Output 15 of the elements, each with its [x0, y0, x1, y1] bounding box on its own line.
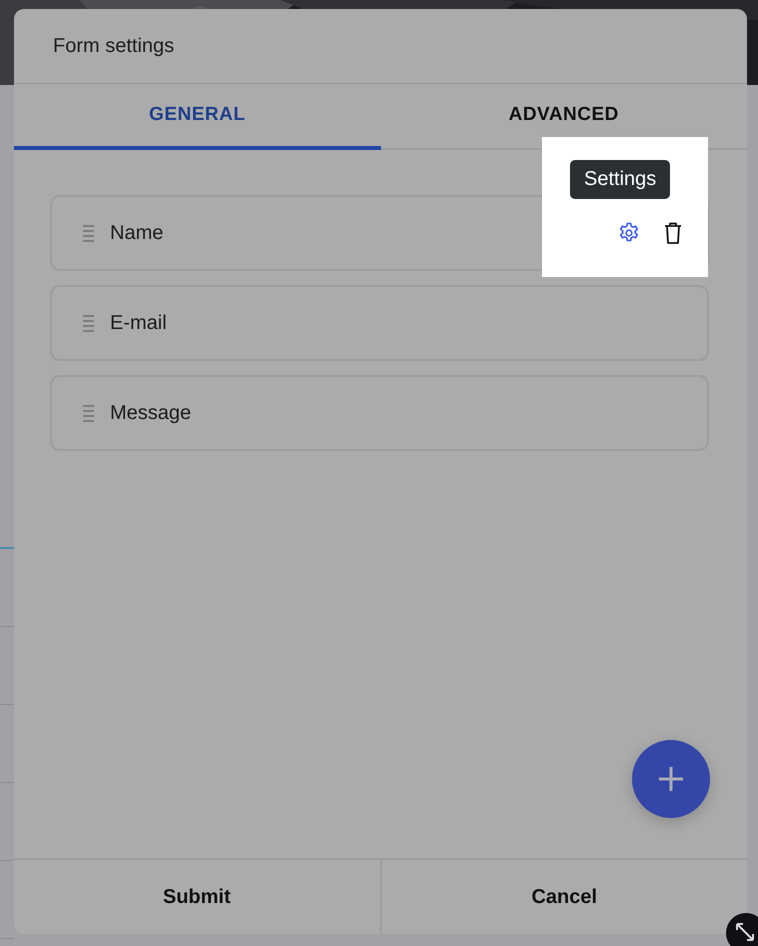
field-row[interactable]: E-mail	[50, 285, 709, 361]
drag-handle-icon[interactable]	[82, 313, 96, 333]
field-label: E-mail	[110, 312, 167, 334]
dialog-title: Form settings	[53, 34, 174, 58]
plus-icon	[658, 766, 684, 792]
field-label: Message	[110, 402, 192, 424]
footer-button[interactable]: Submit	[14, 860, 380, 934]
tab[interactable]: ADVANCED	[380, 84, 747, 150]
field-label: Name	[110, 222, 164, 244]
resize-icon	[735, 922, 755, 942]
drag-handle-icon[interactable]	[82, 223, 96, 243]
tab[interactable]: GENERAL	[14, 84, 380, 150]
field-row[interactable]: Message	[50, 375, 709, 451]
drag-handle-icon[interactable]	[82, 403, 96, 423]
tooltip: Settings	[570, 160, 670, 199]
